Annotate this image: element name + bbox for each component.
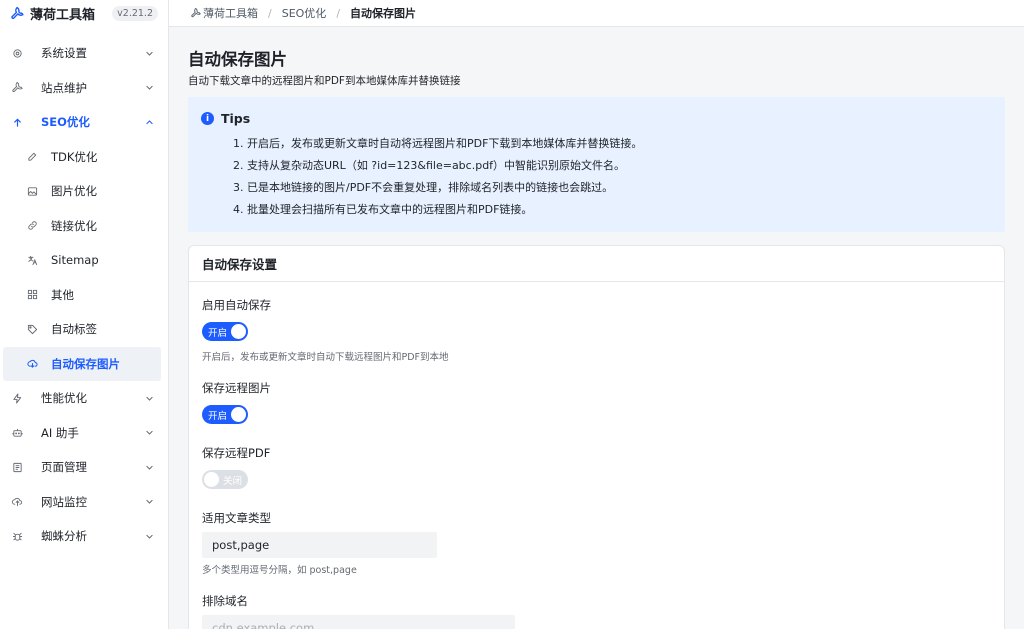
sidebar-item-label: 站点维护 <box>41 80 87 95</box>
sidebar-item[interactable]: 链接优化 <box>0 209 168 244</box>
tips-item: 4. 批量处理会扫描所有已发布文章中的远程图片和PDF链接。 <box>233 203 533 216</box>
toggle-text: 关闭 <box>223 475 243 487</box>
chevron-down-icon <box>144 393 154 403</box>
enable-auto-save-label: 启用自动保存 <box>202 298 271 312</box>
breadcrumb-current: 自动保存图片 <box>350 7 417 20</box>
chevron-down-icon <box>144 462 154 472</box>
sidebar-item-label: 蜘蛛分析 <box>41 529 87 544</box>
post-types-label: 适用文章类型 <box>202 511 271 525</box>
tips-item: 2. 支持从复杂动态URL（如 ?id=123&file=abc.pdf）中智能… <box>233 159 626 172</box>
chevron-down-icon <box>144 48 154 58</box>
save-pdf-toggle[interactable]: 关闭 <box>202 470 248 489</box>
main-content: 自动保存图片 自动下载文章中的远程图片和PDF到本地媒体库并替换链接 i Tip… <box>188 27 1005 629</box>
sidebar-item-label: 图片优化 <box>51 184 97 199</box>
sidebar-item-label: 其他 <box>51 287 74 302</box>
brand-name: 薄荷工具箱 <box>30 7 96 23</box>
image-icon <box>26 185 38 197</box>
info-icon: i <box>201 112 214 125</box>
sidebar-item[interactable]: 自动保存图片 <box>3 346 161 381</box>
wrench-icon <box>11 82 23 94</box>
sidebar-item[interactable]: 网站监控 <box>0 485 168 520</box>
sidebar-item[interactable]: 系统设置 <box>0 36 168 71</box>
chevron-down-icon <box>144 531 154 541</box>
translate-icon <box>26 254 38 266</box>
bolt-icon <box>11 392 23 404</box>
brand: 薄荷工具箱 v2.21.2 <box>0 0 168 26</box>
sidebar-item[interactable]: Sitemap <box>0 243 168 278</box>
tips-item: 1. 开启后，发布或更新文章时自动将远程图片和PDF下载到本地媒体库并替换链接。 <box>233 137 643 150</box>
toggle-knob <box>231 407 246 422</box>
sidebar-item-label: 页面管理 <box>41 460 87 475</box>
page-icon <box>11 461 23 473</box>
post-types-hint: 多个类型用逗号分隔，如 post,page <box>202 565 357 576</box>
arrow-up-icon <box>11 116 23 128</box>
sidebar-item-label: TDK优化 <box>51 149 98 164</box>
sidebar-item-label: 性能优化 <box>41 391 87 406</box>
save-images-label: 保存远程图片 <box>202 381 271 395</box>
sidebar-item[interactable]: 页面管理 <box>0 450 168 485</box>
sidebar-menu: 系统设置站点维护 SEO优化 TDK优化图片优化链接优化 Sitemap 其他自动标签自… <box>0 36 168 554</box>
sidebar-item-label: 系统设置 <box>41 46 87 61</box>
wrench-icon <box>191 8 201 18</box>
save-pdf-label: 保存远程PDF <box>202 446 271 460</box>
tag-icon <box>26 323 38 335</box>
wrench-logo-icon <box>10 6 24 20</box>
link-icon <box>26 220 38 232</box>
cloud-save-icon <box>26 358 38 370</box>
sidebar-item[interactable]: 站点维护 <box>0 71 168 106</box>
chevron-down-icon <box>144 497 154 507</box>
toggle-text: 开启 <box>208 327 228 339</box>
monitor-icon <box>11 496 23 508</box>
sidebar-item[interactable]: 图片优化 <box>0 174 168 209</box>
breadcrumb: 薄荷工具箱 / SEO优化 / 自动保存图片 <box>169 0 1024 27</box>
exclude-domains-label: 排除域名 <box>202 594 248 608</box>
sidebar-item[interactable]: 其他 <box>0 278 168 313</box>
sidebar-item[interactable]: 自动标签 <box>0 312 168 347</box>
sidebar: 薄荷工具箱 v2.21.2 系统设置站点维护 SEO优化 TDK优化图片优化链接优化… <box>0 0 169 629</box>
sidebar-item-label: Sitemap <box>51 253 99 268</box>
sidebar-item-label: 网站监控 <box>41 494 87 509</box>
chevron-down-icon <box>144 428 154 438</box>
breadcrumb-section[interactable]: SEO优化 <box>282 5 327 21</box>
pencil-icon <box>26 151 38 163</box>
exclude-domains-input[interactable] <box>202 615 515 629</box>
grid-icon <box>26 289 38 301</box>
sidebar-item-label: AI 助手 <box>41 425 79 440</box>
breadcrumb-home[interactable]: 薄荷工具箱 <box>203 5 258 21</box>
sidebar-item[interactable]: SEO优化 <box>0 105 168 140</box>
sidebar-item[interactable]: AI 助手 <box>0 416 168 451</box>
sidebar-item-label: 链接优化 <box>51 218 97 233</box>
robot-icon <box>11 427 23 439</box>
version-badge: v2.21.2 <box>112 5 158 21</box>
post-types-input[interactable] <box>202 532 437 558</box>
sidebar-item[interactable]: TDK优化 <box>0 140 168 175</box>
breadcrumb-separator: / <box>336 6 341 20</box>
sidebar-item[interactable]: 蜘蛛分析 <box>0 519 168 554</box>
sidebar-item-label: SEO优化 <box>41 115 90 130</box>
save-images-toggle[interactable]: 开启 <box>202 405 248 424</box>
toggle-text: 开启 <box>208 410 228 422</box>
settings-card: 自动保存设置 启用自动保存 开启 开启后，发布或更新文章时自动下载远程图片和PD… <box>188 245 1005 629</box>
tips-item: 3. 已是本地链接的图片/PDF不会重复处理，排除域名列表中的链接也会跳过。 <box>233 181 614 194</box>
chevron-down-icon <box>144 83 154 93</box>
sidebar-item-label: 自动标签 <box>51 322 97 337</box>
tips-panel: i Tips 1. 开启后，发布或更新文章时自动将远程图片和PDF下载到本地媒体… <box>188 97 1005 232</box>
settings-card-title: 自动保存设置 <box>189 246 1004 282</box>
tips-title: Tips <box>221 111 251 126</box>
chevron-up-icon <box>144 117 154 127</box>
sidebar-item-label: 自动保存图片 <box>51 356 120 371</box>
toggle-knob <box>231 324 246 339</box>
tips-list: 1. 开启后，发布或更新文章时自动将远程图片和PDF下载到本地媒体库并替换链接。… <box>233 133 642 221</box>
breadcrumb-separator: / <box>268 6 272 20</box>
sidebar-item[interactable]: 性能优化 <box>0 381 168 416</box>
page-title: 自动保存图片 <box>188 50 287 69</box>
toggle-knob <box>204 472 219 487</box>
enable-auto-save-hint: 开启后，发布或更新文章时自动下载远程图片和PDF到本地 <box>202 352 449 363</box>
enable-auto-save-toggle[interactable]: 开启 <box>202 322 248 341</box>
page-subtitle: 自动下载文章中的远程图片和PDF到本地媒体库并替换链接 <box>188 75 461 87</box>
gear-icon <box>11 47 23 59</box>
bug-icon <box>11 530 23 542</box>
